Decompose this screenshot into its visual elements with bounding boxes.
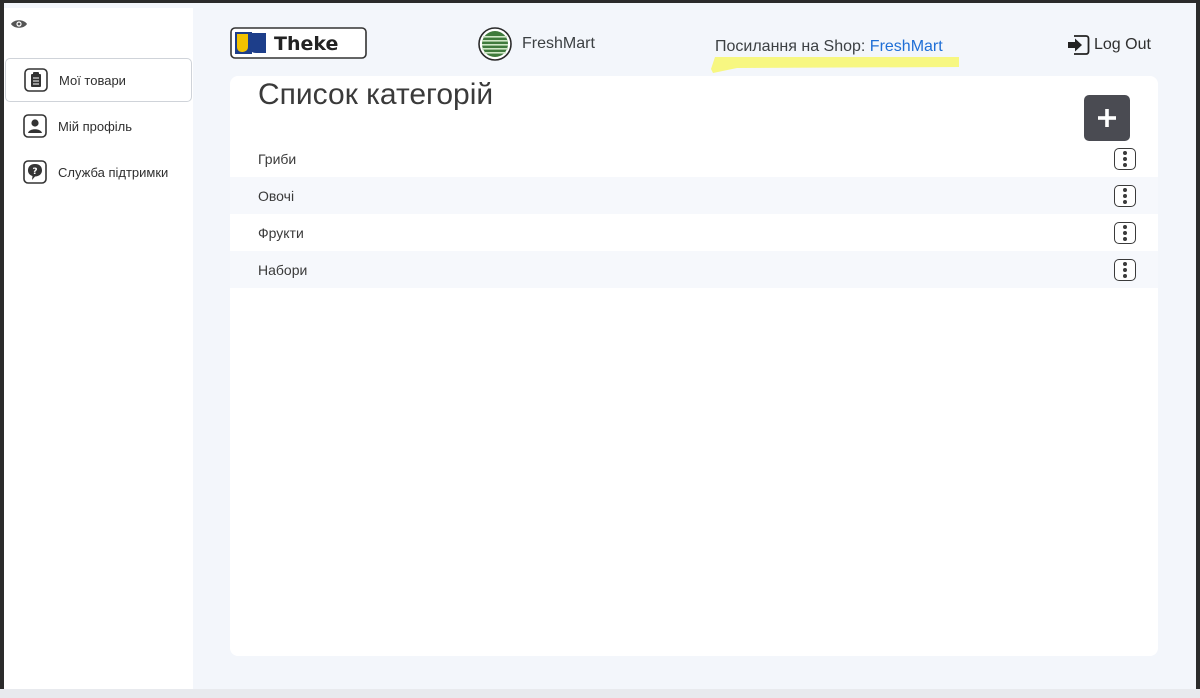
app-window: Мої товари Мій профіль ? Служба підтримк… [4,3,1196,689]
category-row[interactable]: Овочі [230,177,1158,214]
dot-icon [1123,199,1127,204]
dot-icon [1123,193,1127,198]
dot-icon [1123,156,1127,161]
dot-icon [1123,273,1127,278]
dot-icon [1123,162,1127,167]
store-logo-icon [478,27,512,61]
profile-icon [23,114,47,138]
clipboard-icon [24,68,48,92]
bottom-strip [0,689,1200,698]
more-options-button[interactable] [1114,221,1136,244]
page-title: Список категорій [258,78,494,111]
dot-icon [1123,230,1127,235]
logout-icon [1068,35,1090,55]
category-card: Список категорій Гриби Овочі Фрукти Набо… [230,76,1158,656]
sidebar-item-support[interactable]: ? Служба підтримки [5,150,192,194]
dot-icon [1123,236,1127,241]
more-options-button[interactable] [1114,184,1136,207]
store-name: FreshMart [522,35,595,52]
category-name: Фрукти [258,224,304,241]
dot-icon [1123,261,1127,266]
support-icon: ? [23,160,47,184]
category-list: Гриби Овочі Фрукти Набори [230,140,1158,288]
category-name: Набори [258,261,308,278]
highlight-mark [711,57,959,73]
logout-button[interactable]: Log Out [1066,34,1151,56]
store-info: FreshMart [478,27,595,61]
dot-icon [1123,150,1127,155]
shop-link-prefix: Посилання на Shop: [715,38,870,55]
shop-link[interactable]: FreshMart [870,38,943,55]
category-name: Овочі [258,187,295,204]
plus-icon [1098,109,1116,127]
sidebar-item-label: Мої товари [59,72,126,88]
category-row[interactable]: Гриби [230,140,1158,177]
eye-icon[interactable] [10,18,28,30]
more-options-button[interactable] [1114,147,1136,170]
dot-icon [1123,187,1127,192]
sidebar-item-my-profile[interactable]: Мій профіль [5,104,192,148]
sidebar-item-label: Служба підтримки [58,164,169,180]
sidebar: Мої товари Мій профіль ? Служба підтримк… [4,8,193,689]
dot-icon [1123,267,1127,272]
category-row[interactable]: Фрукти [230,214,1158,251]
theke-logo[interactable]: Theke [230,27,367,59]
shop-link-text: Посилання на Shop: FreshMart [715,38,943,56]
logout-label: Log Out [1094,36,1151,53]
sidebar-item-label: Мій профіль [58,118,133,134]
category-row[interactable]: Набори [230,251,1158,288]
more-options-button[interactable] [1114,258,1136,281]
add-category-button[interactable] [1084,95,1130,141]
category-name: Гриби [258,150,297,167]
svg-text:Theke: Theke [274,33,338,55]
dot-icon [1123,224,1127,229]
svg-text:?: ? [32,167,37,177]
sidebar-item-my-products[interactable]: Мої товари [5,58,192,102]
